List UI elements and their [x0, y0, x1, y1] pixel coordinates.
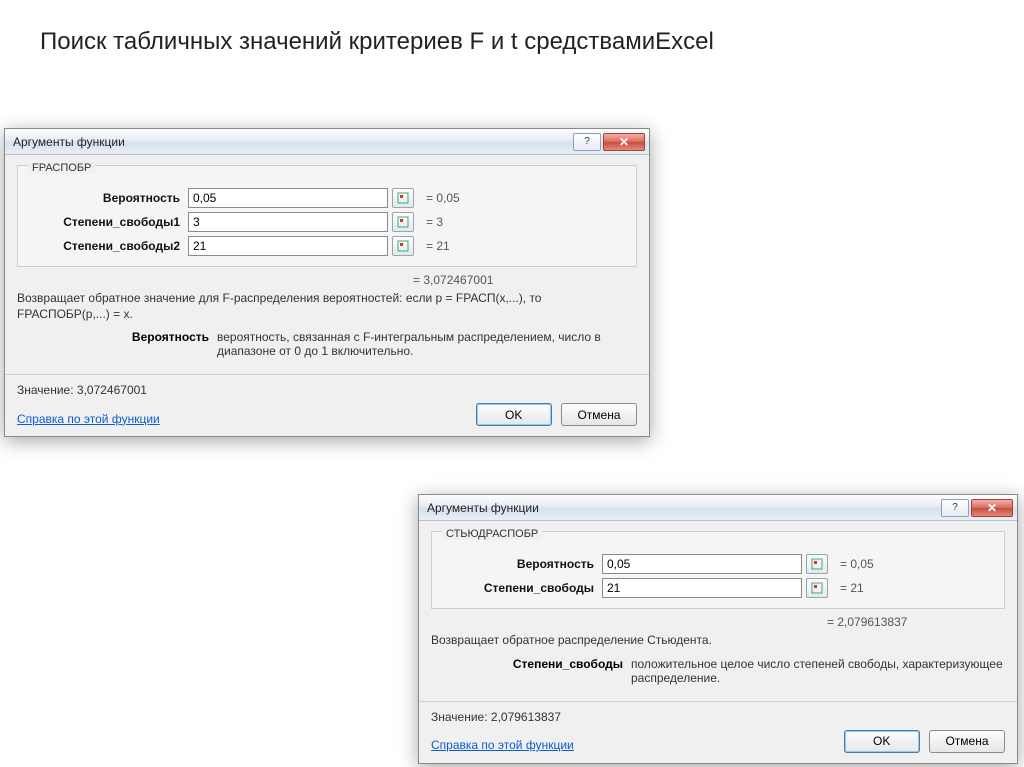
help-link[interactable]: Справка по этой функции	[17, 412, 160, 426]
range-select-button[interactable]	[806, 554, 828, 574]
param-help-text: вероятность, связанная с F-интегральным …	[217, 330, 637, 358]
arg-eval: = 0,05	[840, 557, 874, 571]
help-button[interactable]: ?	[573, 133, 601, 151]
arg-label: Вероятность	[28, 191, 188, 205]
arg-input-deg1[interactable]	[188, 212, 388, 232]
arg-eval: = 21	[426, 239, 450, 253]
separator	[419, 701, 1017, 702]
function-frame: FРАСПОБР Вероятность = 0,05 Степени_своб…	[17, 165, 637, 267]
arg-row: Вероятность = 0,05	[28, 188, 626, 208]
function-args-dialog-f: Аргументы функции ? ✕ FРАСПОБР Вероятнос…	[4, 128, 650, 437]
ok-button[interactable]: OK	[844, 730, 920, 753]
arg-row: Степени_свободы = 21	[442, 578, 994, 598]
arg-label: Степени_свободы1	[28, 215, 188, 229]
arg-row: Степени_свободы2 = 21	[28, 236, 626, 256]
help-link[interactable]: Справка по этой функции	[431, 738, 574, 752]
close-icon: ✕	[619, 135, 629, 149]
titlebar[interactable]: Аргументы функции ? ✕	[5, 129, 649, 155]
arg-label: Степени_свободы	[442, 581, 602, 595]
arg-input-degfreedom[interactable]	[602, 578, 802, 598]
separator	[5, 374, 649, 375]
result-value-row: Значение: 2,079613837	[431, 710, 1005, 724]
arg-eval: = 0,05	[426, 191, 460, 205]
help-icon: ?	[584, 136, 590, 147]
ok-button[interactable]: OK	[476, 403, 552, 426]
result-inline: = 2,079613837	[827, 615, 1005, 629]
range-select-icon	[811, 582, 823, 594]
help-button[interactable]: ?	[941, 499, 969, 517]
function-args-dialog-t: Аргументы функции ? ✕ СТЬЮДРАСПОБР Вероя…	[418, 494, 1018, 764]
result-label: Значение:	[17, 383, 74, 397]
arg-eval: = 21	[840, 581, 864, 595]
help-icon: ?	[952, 502, 958, 513]
arg-input-probability[interactable]	[602, 554, 802, 574]
range-select-button[interactable]	[392, 188, 414, 208]
function-name: FРАСПОБР	[28, 162, 95, 174]
close-icon: ✕	[987, 501, 997, 515]
cancel-button[interactable]: Отмена	[561, 403, 637, 426]
arg-label: Вероятность	[442, 557, 602, 571]
arg-row: Вероятность = 0,05	[442, 554, 994, 574]
arg-eval: = 3	[426, 215, 443, 229]
function-frame: СТЬЮДРАСПОБР Вероятность = 0,05 Степени_…	[431, 531, 1005, 609]
page-title: Поиск табличных значений критериев F и t…	[40, 28, 714, 56]
arg-row: Степени_свободы1 = 3	[28, 212, 626, 232]
range-select-icon	[397, 216, 409, 228]
range-select-icon	[811, 558, 823, 570]
result-label: Значение:	[431, 710, 488, 724]
arg-input-deg2[interactable]	[188, 236, 388, 256]
close-button[interactable]: ✕	[603, 133, 645, 151]
param-help-label: Степени_свободы	[431, 657, 631, 685]
range-select-button[interactable]	[806, 578, 828, 598]
result-value: 3,072467001	[77, 383, 147, 397]
range-select-icon	[397, 192, 409, 204]
range-select-button[interactable]	[392, 236, 414, 256]
titlebar-text: Аргументы функции	[13, 135, 573, 149]
cancel-button[interactable]: Отмена	[929, 730, 1005, 753]
titlebar[interactable]: Аргументы функции ? ✕	[419, 495, 1017, 521]
function-description: Возвращает обратное значение для F-распр…	[17, 291, 637, 322]
close-button[interactable]: ✕	[971, 499, 1013, 517]
param-help-label: Вероятность	[17, 330, 217, 358]
arg-label: Степени_свободы2	[28, 239, 188, 253]
function-description: Возвращает обратное распределение Стьюде…	[431, 633, 1005, 649]
titlebar-text: Аргументы функции	[427, 501, 941, 515]
result-value: 2,079613837	[491, 710, 561, 724]
range-select-icon	[397, 240, 409, 252]
result-inline: = 3,072467001	[413, 273, 637, 287]
range-select-button[interactable]	[392, 212, 414, 232]
result-value-row: Значение: 3,072467001	[17, 383, 637, 397]
param-help: Степени_свободы положительное целое числ…	[431, 657, 1005, 685]
param-help: Вероятность вероятность, связанная с F-и…	[17, 330, 637, 358]
arg-input-probability[interactable]	[188, 188, 388, 208]
function-name: СТЬЮДРАСПОБР	[442, 528, 542, 540]
param-help-text: положительное целое число степеней свобо…	[631, 657, 1005, 685]
